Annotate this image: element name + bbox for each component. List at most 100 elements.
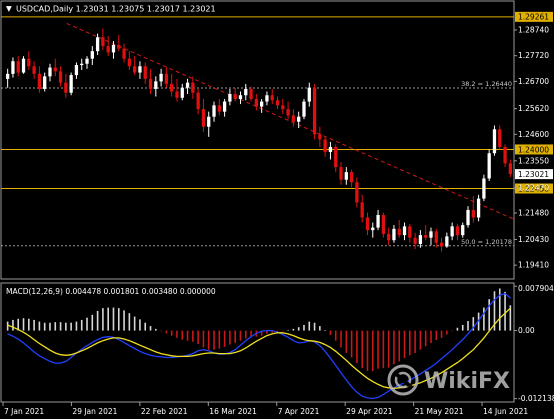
bearish-candle	[148, 78, 153, 89]
bullish-candle	[418, 235, 423, 244]
bullish-candle	[344, 172, 348, 180]
level-price-label: 1.29261	[518, 13, 549, 22]
bearish-candle	[498, 129, 502, 147]
price-axis-label: 1.23550	[518, 156, 549, 165]
bullish-candle	[476, 198, 481, 218]
bullish-candle	[69, 75, 73, 93]
bearish-candle	[286, 109, 290, 116]
price-axis-label: 1.20430	[518, 235, 549, 244]
bearish-candle	[175, 91, 179, 98]
price-axis-label: 1.22470	[518, 184, 549, 193]
bullish-candle	[328, 146, 333, 152]
bearish-candle	[408, 226, 412, 238]
bearish-candle	[249, 88, 253, 100]
wikifx-wordmark: WikiFX	[424, 369, 510, 394]
bearish-candle	[413, 237, 417, 244]
bearish-candle	[170, 83, 174, 92]
bullish-candle	[6, 73, 10, 79]
bearish-candle	[355, 182, 359, 203]
bullish-candle	[154, 81, 158, 89]
bearish-candle	[349, 172, 354, 183]
bearish-candle	[503, 146, 507, 164]
bearish-candle	[27, 58, 31, 67]
current-price-label: 1.23021	[518, 170, 549, 179]
price-axis-label: 1.26700	[518, 77, 549, 86]
bearish-candle	[270, 95, 274, 101]
bearish-candle	[164, 73, 169, 84]
bullish-candle	[111, 44, 116, 53]
bearish-candle	[16, 61, 20, 73]
bullish-candle	[21, 58, 26, 73]
bearish-candle	[508, 163, 512, 175]
bullish-candle	[222, 101, 227, 112]
bullish-candle	[85, 58, 89, 64]
bearish-candle	[191, 82, 195, 93]
bullish-candle	[482, 178, 486, 199]
bearish-candle	[281, 105, 285, 110]
bullish-candle	[371, 227, 375, 231]
bullish-candle	[302, 101, 306, 117]
bearish-candle	[133, 66, 137, 73]
bullish-candle	[95, 37, 100, 52]
bullish-candle	[461, 225, 465, 236]
bearish-candle	[53, 67, 57, 72]
time-axis-label: 29 Jan 2021	[72, 407, 117, 416]
bullish-candle	[48, 67, 52, 77]
bullish-candle	[297, 116, 301, 122]
symbol-ohlc-label: USDCAD,Daily 1.23031 1.23075 1.23017 1.2…	[16, 5, 216, 14]
bullish-candle	[212, 105, 216, 117]
fibonacci-level-label: 38.2 = 1.26440	[461, 80, 512, 88]
price-axis-label: 1.19410	[518, 261, 549, 270]
level-price-label: 1.24000	[518, 145, 549, 154]
bullish-candle	[466, 209, 470, 226]
bullish-candle	[185, 82, 190, 88]
bullish-candle	[11, 61, 15, 74]
bearish-candle	[360, 202, 364, 218]
bearish-candle	[37, 73, 42, 89]
bullish-candle	[487, 153, 491, 179]
bearish-candle	[318, 134, 322, 140]
price-axis-label: 1.24600	[518, 130, 549, 139]
bearish-candle	[201, 109, 206, 127]
bullish-candle	[265, 95, 269, 102]
price-axis-label: 1.25620	[518, 104, 549, 113]
bullish-candle	[43, 76, 47, 89]
bearish-candle	[365, 217, 370, 231]
trading-chart[interactable]: 1.292611.240001.2245038.2 = 1.2644050.0 …	[0, 0, 554, 419]
bearish-candle	[106, 46, 110, 53]
bearish-candle	[439, 242, 444, 247]
bearish-candle	[254, 99, 258, 107]
bullish-candle	[260, 101, 264, 107]
time-axis-label: 16 Mar 2021	[209, 407, 257, 416]
bearish-candle	[58, 71, 63, 83]
bullish-candle	[228, 94, 232, 102]
bearish-candle	[291, 115, 296, 122]
bearish-candle	[143, 66, 147, 79]
time-axis-label: 22 Feb 2021	[141, 407, 188, 416]
bullish-candle	[90, 51, 94, 59]
bearish-candle	[217, 105, 221, 112]
bearish-candle	[32, 66, 36, 74]
macd-axis-label: 0.007904	[518, 284, 554, 293]
bullish-candle	[402, 226, 407, 236]
price-axis-label: 1.28740	[518, 25, 549, 34]
bullish-candle	[74, 65, 79, 76]
bearish-candle	[334, 146, 338, 168]
bearish-candle	[434, 231, 438, 243]
bullish-candle	[445, 236, 449, 247]
time-axis-label: 29 Apr 2021	[346, 407, 393, 416]
bearish-candle	[64, 82, 68, 93]
macd-label: MACD(12,26,9) 0.004478 0.001801 0.003480…	[6, 287, 216, 296]
bullish-candle	[238, 95, 243, 100]
bearish-candle	[275, 100, 280, 106]
price-axis-label: 1.27720	[518, 51, 549, 60]
bearish-candle	[101, 37, 105, 47]
bullish-candle	[207, 116, 211, 127]
bullish-candle	[244, 88, 248, 96]
dropdown-arrow-icon[interactable]: ▼	[6, 4, 12, 13]
bearish-candle	[455, 226, 460, 236]
bullish-candle	[307, 87, 311, 102]
bullish-candle	[392, 228, 396, 241]
bearish-candle	[122, 48, 126, 59]
bullish-candle	[138, 66, 142, 73]
